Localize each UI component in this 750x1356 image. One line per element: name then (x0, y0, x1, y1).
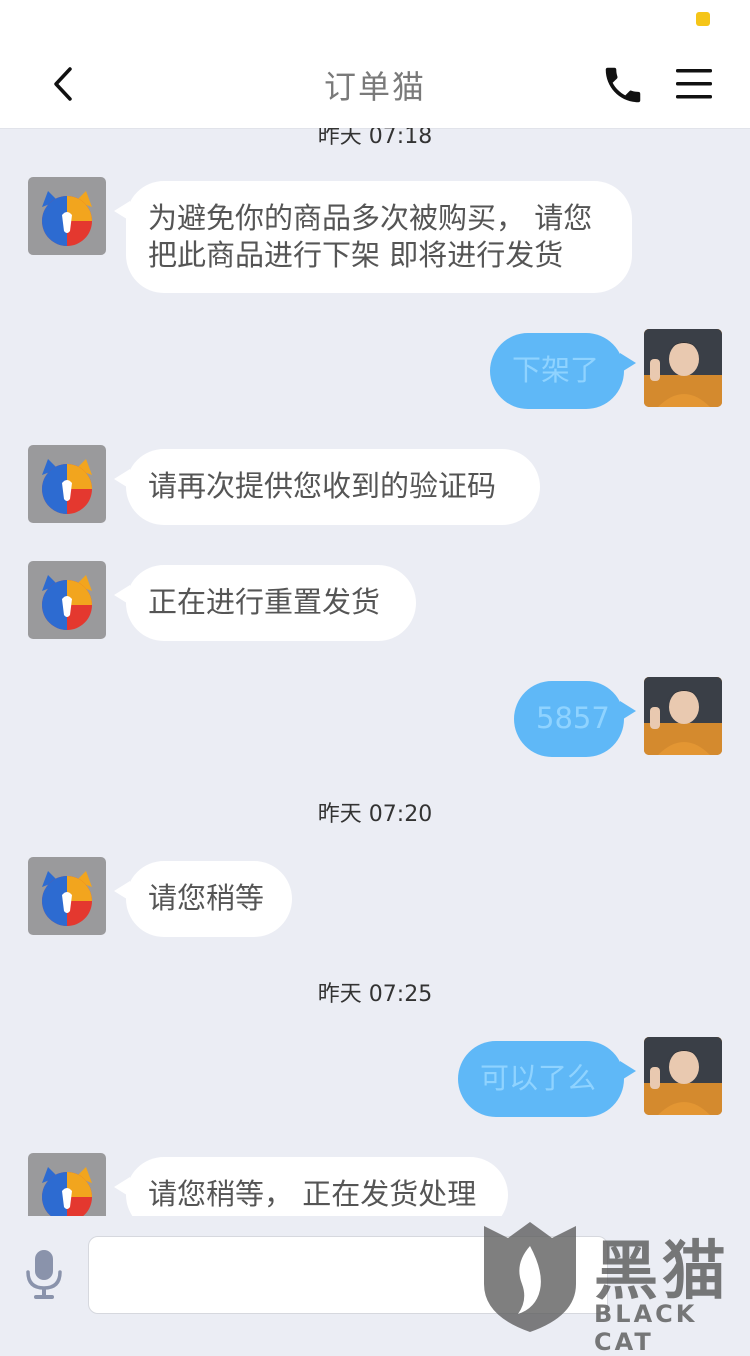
message-text: 把此商品进行下架 即将进行发货 (148, 238, 564, 272)
message-bubble-bot[interactable]: 请您稍等 (126, 861, 292, 937)
message-bubble-bot[interactable]: 请再次提供您收到的验证码 (126, 449, 540, 525)
watermark-text-en: BLACK CAT (594, 1300, 698, 1356)
bot-avatar[interactable] (28, 857, 106, 935)
voice-input-button[interactable] (22, 1248, 66, 1300)
user-avatar[interactable] (644, 329, 722, 407)
user-avatar[interactable] (644, 677, 722, 755)
microphone-icon (26, 1250, 62, 1299)
call-button[interactable] (600, 62, 646, 108)
watermark: 黑猫 BLACK CAT (478, 1218, 750, 1356)
watermark-text-cn: 黑猫 (594, 1235, 730, 1309)
bot-logo-icon (42, 191, 92, 246)
timestamp: 昨天 07:18 (317, 128, 433, 149)
chat-header: 订单猫 (0, 40, 750, 128)
status-bar (0, 0, 750, 40)
message-bubble-user[interactable]: 可以了么 (458, 1041, 624, 1117)
message-text: 正在进行重置发货 (148, 585, 381, 619)
timestamp: 昨天 07:25 (317, 982, 433, 1007)
timestamp: 昨天 07:20 (317, 802, 433, 827)
message-bubble-bot[interactable]: 为避免你的商品多次被购买， 请您 把此商品进行下架 即将进行发货 (126, 181, 632, 293)
message-list[interactable]: 昨天 07:18 为避免你的商品多次被购买， 请您 把此商品进行下架 即将进行发… (0, 128, 750, 1216)
menu-button[interactable] (672, 62, 716, 106)
message-text: 请您稍等 (148, 881, 265, 915)
user-photo-icon (644, 329, 722, 407)
message-text: 可以了么 (480, 1061, 597, 1095)
message-text: 下架了 (512, 353, 600, 387)
message-bubble-user[interactable]: 5857 (514, 681, 624, 757)
bot-logo-icon (42, 1167, 92, 1216)
battery-icon (696, 12, 710, 26)
user-avatar[interactable] (644, 1037, 722, 1115)
message-text: 请再次提供您收到的验证码 (148, 469, 497, 503)
user-photo-icon (644, 677, 722, 755)
bot-avatar[interactable] (28, 561, 106, 639)
hamburger-menu-icon (676, 69, 712, 99)
bot-logo-icon (42, 575, 92, 630)
bot-avatar[interactable] (28, 445, 106, 523)
message-bubble-bot[interactable]: 正在进行重置发货 (126, 565, 416, 641)
message-text: 请您稍等， 正在发货处理 (148, 1177, 477, 1211)
message-text: 为避免你的商品多次被购买， 请您 (148, 201, 593, 235)
user-photo-icon (644, 1037, 722, 1115)
bot-logo-icon (42, 871, 92, 926)
bot-logo-icon (42, 459, 92, 514)
bot-avatar[interactable] (28, 1153, 106, 1216)
black-cat-logo-icon (484, 1222, 576, 1332)
message-bubble-user[interactable]: 下架了 (490, 333, 624, 409)
message-bubble-bot[interactable]: 请您稍等， 正在发货处理 (126, 1157, 508, 1216)
message-text: 5857 (536, 701, 610, 735)
bot-avatar[interactable] (28, 177, 106, 255)
phone-icon (605, 67, 641, 103)
